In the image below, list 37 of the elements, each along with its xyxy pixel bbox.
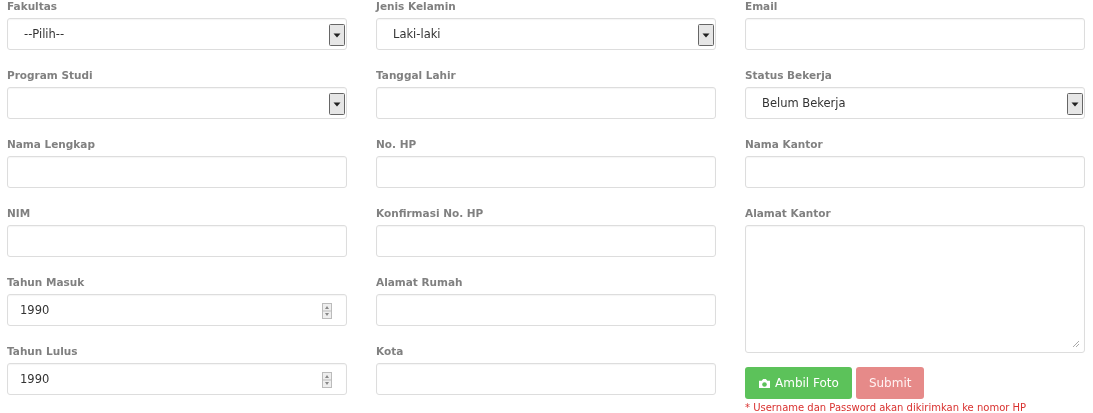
textarea-field[interactable]: [745, 225, 1085, 353]
field-label: Program Studi: [7, 69, 94, 82]
field-label: Fakultas: [7, 0, 59, 13]
number-field[interactable]: 1990: [7, 363, 347, 395]
select-field[interactable]: Laki-laki: [376, 18, 716, 50]
spinner-icon[interactable]: [322, 372, 332, 388]
field-label: Tahun Masuk: [7, 276, 86, 289]
info-note: * Username dan Password akan dikirimkan ke nomor HP: [745, 402, 1028, 413]
resize-grip-icon[interactable]: [1072, 340, 1080, 348]
spinner-icon[interactable]: [322, 303, 332, 319]
field-label: Alamat Kantor: [745, 207, 832, 220]
field-label: Tahun Lulus: [7, 345, 79, 358]
text-field[interactable]: [376, 363, 716, 395]
text-field[interactable]: [376, 156, 716, 188]
field-label: Status Bekerja: [745, 69, 833, 82]
text-field[interactable]: [745, 18, 1085, 50]
field-label: Jenis Kelamin: [376, 0, 457, 13]
field-label: No. HP: [376, 138, 418, 151]
text-field[interactable]: [376, 87, 716, 119]
field-label: Kota: [376, 345, 405, 358]
text-field[interactable]: [7, 225, 347, 257]
field-label: Nama Kantor: [745, 138, 824, 151]
text-field[interactable]: [7, 156, 347, 188]
text-field[interactable]: [376, 294, 716, 326]
field-label: Tanggal Lahir: [376, 69, 457, 82]
field-label: NIM: [7, 207, 32, 220]
field-label: Alamat Rumah: [376, 276, 464, 289]
select-field[interactable]: [7, 87, 347, 119]
select-field[interactable]: --Pilih--: [7, 18, 347, 50]
text-field[interactable]: [376, 225, 716, 257]
text-field[interactable]: [745, 156, 1085, 188]
field-label: Konfirmasi No. HP: [376, 207, 485, 220]
field-label: Email: [745, 0, 779, 13]
select-field[interactable]: Belum Bekerja: [745, 87, 1085, 119]
number-field[interactable]: 1990: [7, 294, 347, 326]
field-label: Nama Lengkap: [7, 138, 96, 151]
camera-icon: [758, 377, 771, 389]
